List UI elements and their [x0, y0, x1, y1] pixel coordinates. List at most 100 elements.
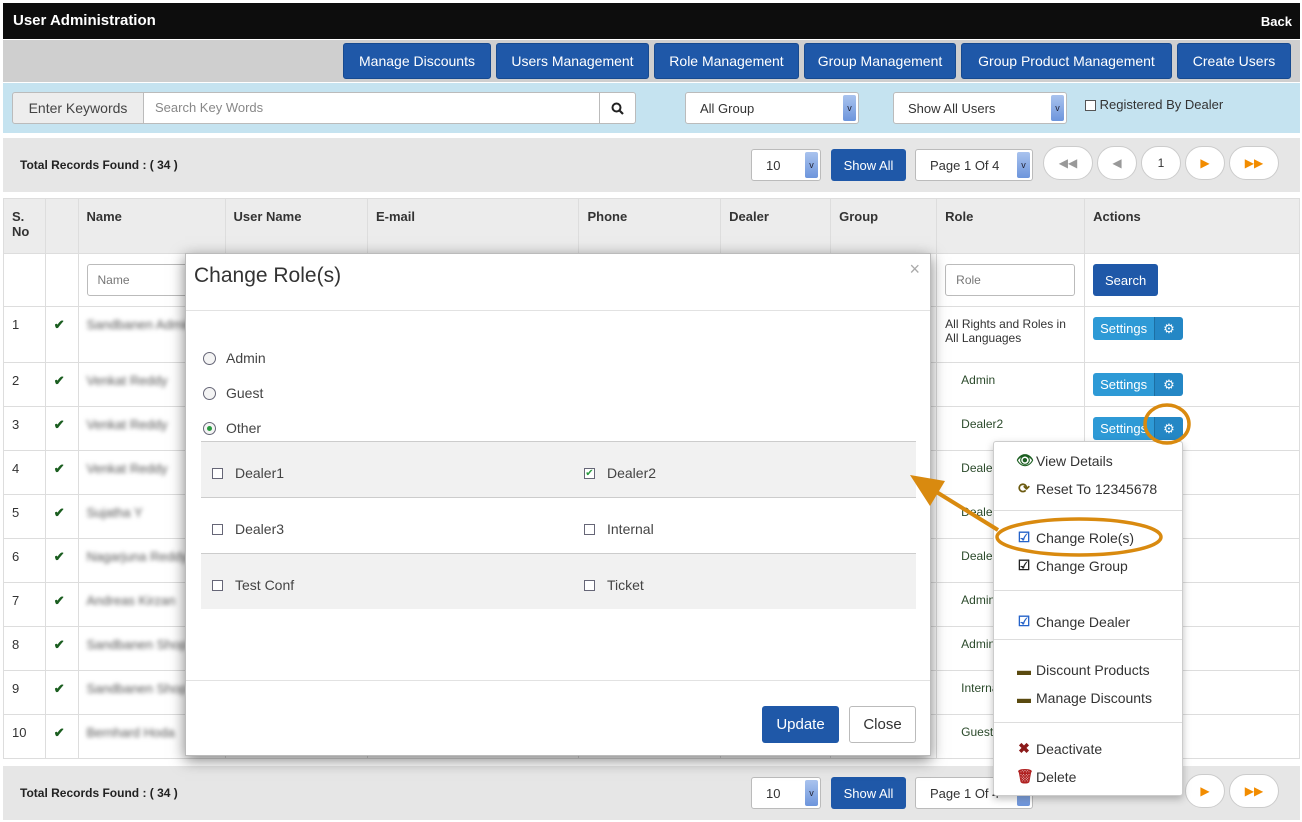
role-checkbox-internal[interactable]: Internal: [584, 521, 654, 537]
row-number: 10: [3, 714, 46, 759]
menu-item-label: Change Dealer: [1036, 613, 1131, 630]
checkbox[interactable]: [212, 523, 223, 535]
checkbox[interactable]: ✔: [584, 467, 595, 479]
registered-by-dealer-checkbox[interactable]: Registered By Dealer: [1085, 97, 1223, 112]
role-checkbox-dealer2[interactable]: ✔ Dealer2: [584, 465, 656, 481]
last-page-button[interactable]: ▶▶: [1229, 146, 1279, 180]
chevron-down-icon: v: [1017, 152, 1030, 178]
active-check-icon: ✔: [44, 626, 79, 671]
next-page-button[interactable]: ▶: [1185, 774, 1225, 808]
user-name: Venkat Reddy: [86, 417, 168, 432]
gear-icon[interactable]: ⚙: [1154, 373, 1183, 396]
user-name: Venkat Reddy: [86, 461, 168, 476]
role-checkbox-test-conf[interactable]: Test Conf: [212, 577, 294, 593]
nav-group-product-management[interactable]: Group Product Management: [961, 43, 1172, 79]
actions-cell: Settings⚙: [1084, 306, 1300, 363]
menu-item-reset-to-12345678[interactable]: ⟳ Reset To 12345678: [1016, 480, 1157, 497]
nav-manage-discounts[interactable]: Manage Discounts: [343, 43, 491, 79]
search-button[interactable]: Search: [1093, 264, 1159, 296]
checkbox[interactable]: [1085, 100, 1096, 112]
user-name: Sandbanen Shop: [86, 637, 187, 652]
gear-icon[interactable]: ⚙: [1154, 317, 1183, 340]
checkbox-label: Dealer3: [235, 521, 285, 537]
role-checkbox-ticket[interactable]: Ticket: [584, 577, 644, 593]
next-page-button[interactable]: ▶: [1185, 146, 1225, 180]
settings-button-group[interactable]: Settings⚙: [1093, 417, 1183, 440]
role-value: Guest: [961, 725, 994, 739]
menu-item-change-role-s-[interactable]: ☑ Change Role(s): [1016, 529, 1134, 546]
column-header: Group: [830, 198, 938, 254]
menu-item-deactivate[interactable]: ✖ Deactivate: [1016, 740, 1102, 757]
radio-button[interactable]: [203, 386, 216, 400]
group-select[interactable]: All Group v: [685, 92, 859, 124]
show-all-button[interactable]: Show All: [831, 777, 906, 809]
page-select[interactable]: Page 1 Of 4 v: [915, 149, 1033, 181]
gear-icon[interactable]: ⚙: [1154, 417, 1183, 440]
settings-button[interactable]: Settings: [1093, 373, 1155, 396]
page-size-select[interactable]: 10 v: [751, 777, 821, 809]
column-header: [44, 198, 79, 254]
page-select-value: Page 1 Of 4: [930, 157, 1000, 173]
close-button[interactable]: Close: [849, 706, 916, 743]
radio-button[interactable]: [203, 421, 216, 435]
active-check-icon: ✔: [44, 494, 79, 539]
checkbox-label: Internal: [607, 521, 654, 537]
radio-label: Other: [226, 420, 262, 436]
role-checkbox-row: [201, 553, 916, 609]
nav-create-users[interactable]: Create Users: [1177, 43, 1291, 79]
total-records: Total Records Found : ( 34 ): [20, 786, 178, 800]
menu-item-delete[interactable]: 🗑 Delete: [1016, 768, 1076, 785]
checkbox[interactable]: [212, 467, 223, 479]
settings-button-group[interactable]: Settings⚙: [1093, 317, 1183, 340]
role-value: Dealer: [961, 461, 997, 475]
page-size-select[interactable]: 10 v: [751, 149, 821, 181]
role-radio-guest[interactable]: Guest: [203, 385, 263, 401]
role-checkbox-row: [201, 441, 916, 497]
column-header: User Name: [224, 198, 368, 254]
user-name: Venkat Reddy: [86, 373, 168, 388]
menu-item-manage-discounts[interactable]: ▬ Manage Discounts: [1016, 690, 1152, 706]
change-roles-modal: Change Role(s) × Admin Guest Other Dealer1 ✔…: [185, 253, 931, 756]
user-name: Sujatha Y: [86, 505, 143, 520]
role-radio-other[interactable]: Other: [203, 420, 261, 436]
search-button[interactable]: [599, 92, 636, 124]
role-checkbox-dealer3[interactable]: Dealer3: [212, 521, 284, 537]
page-size-value: 10: [766, 785, 781, 801]
nav-users-management[interactable]: Users Management: [496, 43, 649, 79]
update-button[interactable]: Update: [762, 706, 839, 743]
menu-item-discount-products[interactable]: ▬ Discount Products: [1016, 662, 1150, 678]
user-name: Andreas Kirzan: [86, 593, 176, 608]
role-radio-admin[interactable]: Admin: [203, 350, 266, 366]
role-filter-input[interactable]: Role: [945, 264, 1076, 296]
users-select[interactable]: Show All Users v: [893, 92, 1067, 124]
role-value: Dealer2: [961, 417, 1004, 431]
checkbox[interactable]: [212, 579, 223, 591]
show-all-button[interactable]: Show All: [831, 149, 906, 181]
settings-button[interactable]: Settings: [1093, 417, 1155, 440]
menu-item-view-details[interactable]: 👁 View Details: [1016, 452, 1113, 469]
page-1-button[interactable]: 1: [1141, 146, 1181, 180]
role-checkbox-dealer1[interactable]: Dealer1: [212, 465, 284, 481]
checkbox[interactable]: [584, 579, 595, 591]
radio-button[interactable]: [203, 351, 216, 365]
last-page-button[interactable]: ▶▶: [1229, 774, 1279, 808]
settings-button[interactable]: Settings: [1093, 317, 1155, 340]
menu-item-change-dealer[interactable]: ☑ Change Dealer: [1016, 613, 1130, 630]
settings-button-group[interactable]: Settings⚙: [1093, 373, 1183, 396]
active-check-icon: ✔: [44, 362, 79, 407]
refresh-icon: ⟳: [1018, 480, 1030, 496]
nav-group-management[interactable]: Group Management: [804, 43, 956, 79]
back-link[interactable]: Back: [1261, 14, 1292, 29]
checkbox[interactable]: [584, 523, 595, 535]
menu-item-label: Reset To 12345678: [1036, 480, 1158, 497]
nav-role-management[interactable]: Role Management: [654, 43, 799, 79]
menu-divider: [994, 510, 1182, 511]
prev-page-button[interactable]: ◀: [1097, 146, 1137, 180]
menu-divider: [994, 639, 1182, 640]
checkbox-label: Ticket: [607, 577, 644, 593]
close-icon[interactable]: ×: [909, 259, 920, 280]
column-header: Phone: [578, 198, 722, 254]
search-input[interactable]: Search Key Words: [143, 92, 600, 124]
first-page-button[interactable]: ◀◀: [1043, 146, 1093, 180]
menu-item-change-group[interactable]: ☑ Change Group: [1016, 557, 1128, 574]
